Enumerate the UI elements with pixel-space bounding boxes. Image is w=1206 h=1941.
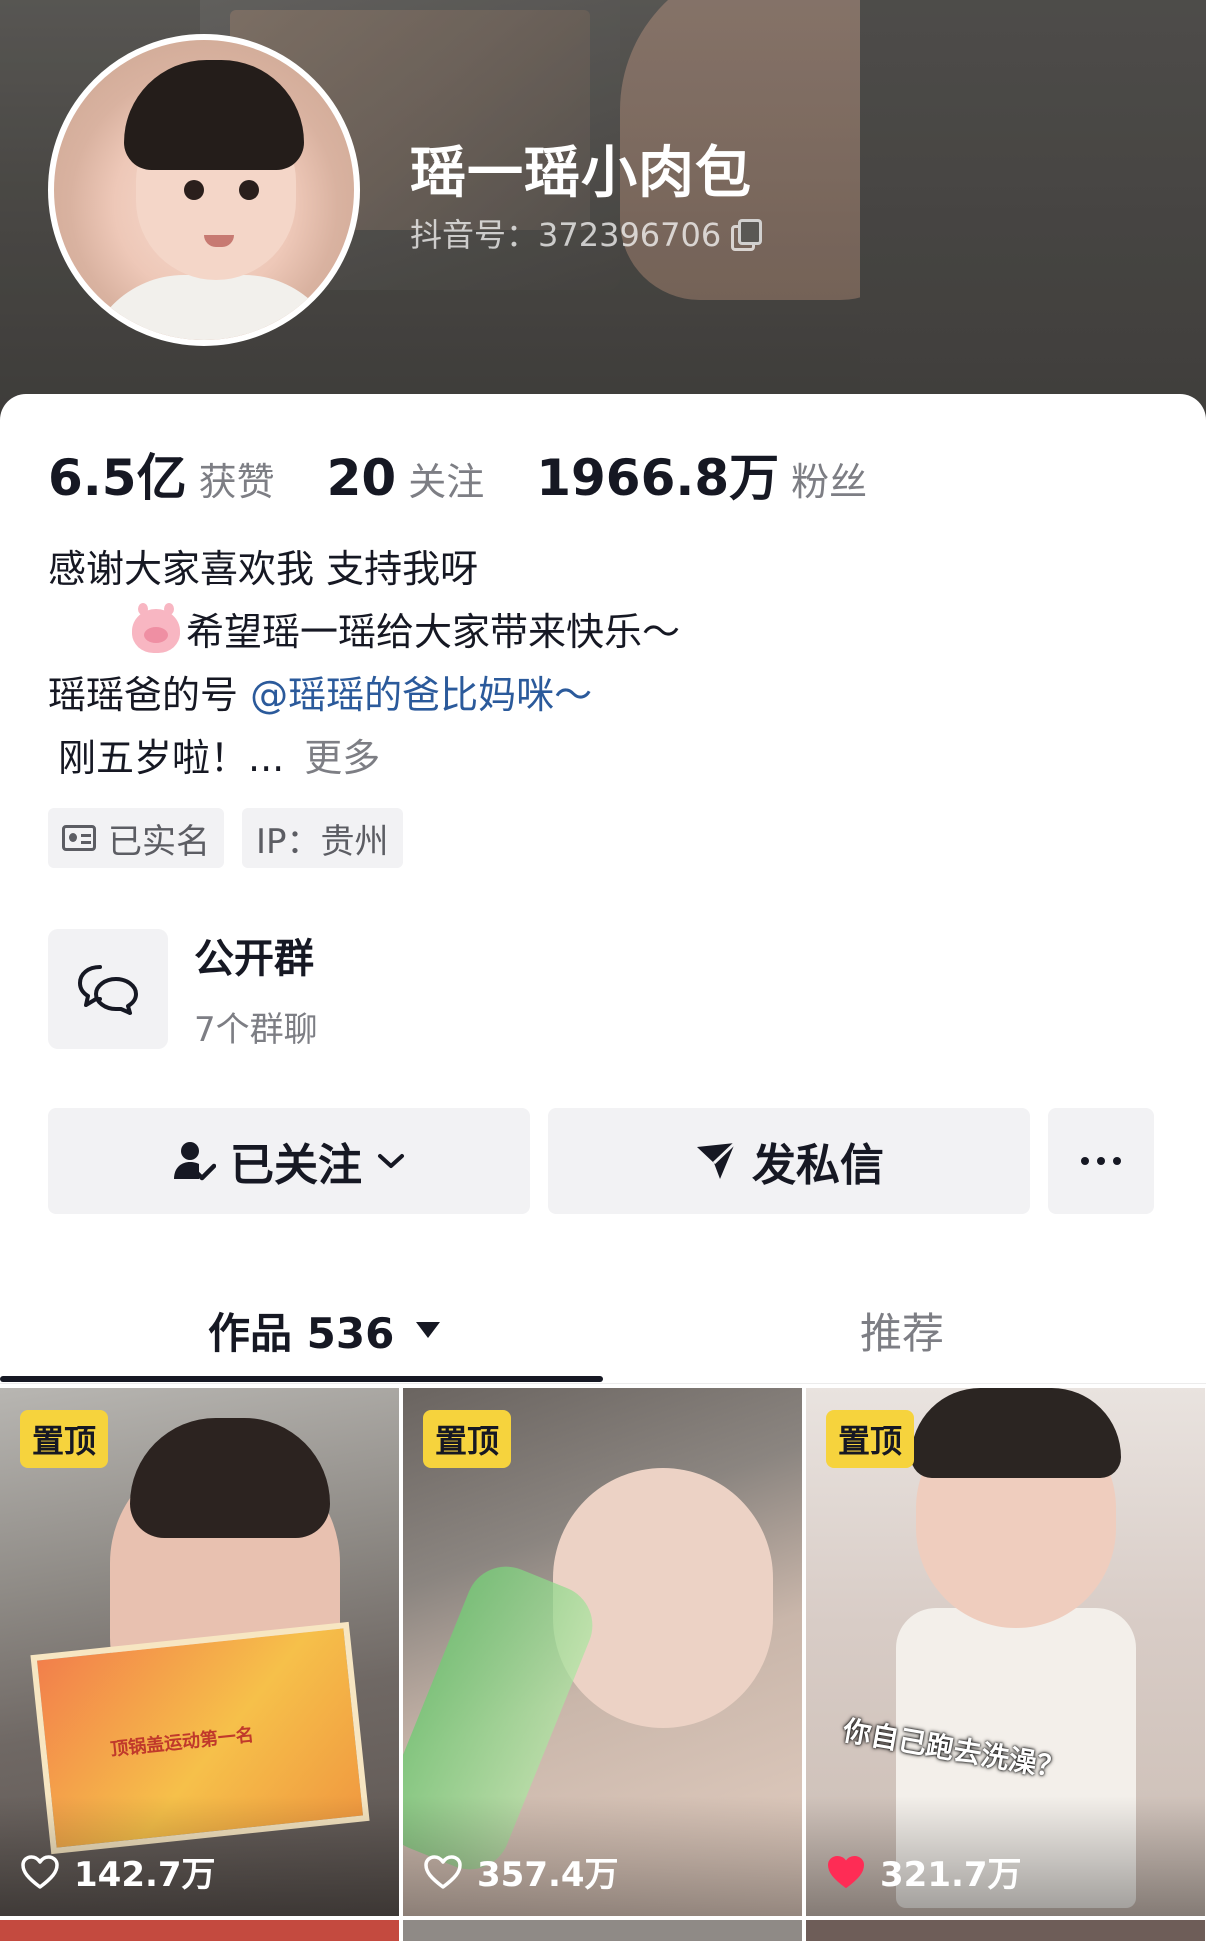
heart-outline-icon (424, 1854, 462, 1889)
tab-recommend-label: 推荐 (860, 1308, 945, 1358)
username: 瑶一瑶小肉包 (410, 141, 752, 206)
video-likes-count: 357.4万 (477, 1855, 619, 1895)
tab-works[interactable]: 作品 536 (208, 1276, 441, 1384)
stat-followers-value: 1966.8万 (536, 449, 780, 507)
action-buttons: 已关注 发私信 (48, 1108, 1154, 1214)
ip-tag-label: IP：贵州 (256, 821, 389, 862)
bio-line-1: 感谢大家喜欢我 支持我呀 (48, 547, 479, 591)
video-grid: 顶锅盖运动第一名 置顶 142.7万 置顶 357.4万 你自己跑去洗澡？ 置顶… (0, 1388, 1206, 1916)
heart-filled-icon (828, 1855, 864, 1888)
video-tile[interactable]: 置顶 357.4万 (403, 1388, 802, 1916)
send-message-button[interactable]: 发私信 (548, 1108, 1030, 1214)
next-row-preview (0, 1920, 1206, 1941)
bio: 感谢大家喜欢我 支持我呀 希望瑶一瑶给大家带来快乐～ 瑶瑶爸的号 @瑶瑶的爸比妈… (48, 538, 680, 790)
stat-following-label: 关注 (408, 460, 485, 504)
user-check-icon (174, 1142, 216, 1181)
send-message-label: 发私信 (752, 1140, 884, 1191)
bio-mention-link[interactable]: @瑶瑶的爸比妈咪～ (250, 673, 592, 717)
pinned-badge: 置顶 (826, 1410, 915, 1468)
tab-recommend[interactable]: 推荐 (860, 1276, 944, 1384)
profile-tags: 已实名 IP：贵州 (48, 808, 403, 868)
bio-line-3-text: 瑶瑶爸的号 (48, 673, 251, 717)
following-button-label: 已关注 (230, 1140, 362, 1191)
profile-card: 6.5亿 获赞 20 关注 1966.8万 粉丝 感谢大家喜欢我 支持我呀 希望… (0, 394, 1206, 1941)
bio-line-4: 刚五岁啦！... 更多 (48, 727, 680, 790)
content-tabs: 作品 536 推荐 (0, 1276, 1206, 1384)
pinned-badge: 置顶 (20, 1410, 109, 1468)
avatar[interactable] (48, 34, 360, 346)
copy-icon[interactable] (731, 219, 763, 251)
video-likes: 357.4万 (423, 1847, 619, 1896)
bio-line-3: 瑶瑶爸的号 @瑶瑶的爸比妈咪～ (48, 664, 680, 727)
douyin-id[interactable]: 抖音号：372396706 (410, 210, 763, 256)
group-subtitle: 7个群聊 (194, 1010, 318, 1050)
group-title: 公开群 (194, 936, 314, 982)
active-tab-indicator (0, 1376, 603, 1382)
verified-tag[interactable]: 已实名 (48, 808, 224, 868)
bio-line-2: 希望瑶一瑶给大家带来快乐～ (48, 601, 680, 664)
stat-following[interactable]: 20 关注 (327, 449, 485, 507)
stat-likes-label: 获赞 (198, 460, 275, 504)
chevron-down-icon (378, 1154, 404, 1168)
send-plane-icon (697, 1141, 737, 1179)
pinned-badge: 置顶 (423, 1410, 512, 1468)
verified-tag-label: 已实名 (108, 821, 210, 862)
ip-tag: IP：贵州 (242, 808, 403, 868)
group-chat-icon-box (48, 928, 168, 1049)
video-thumbnail-kid (553, 1468, 773, 1728)
id-card-icon (62, 825, 96, 851)
stat-followers[interactable]: 1966.8万 粉丝 (536, 438, 867, 510)
following-button[interactable]: 已关注 (48, 1108, 530, 1214)
heart-outline-icon (21, 1854, 59, 1889)
stat-likes-value: 6.5亿 (48, 449, 187, 507)
bio-line-2-text: 希望瑶一瑶给大家带来快乐～ (186, 610, 681, 654)
video-tile[interactable]: 顶锅盖运动第一名 置顶 142.7万 (0, 1388, 399, 1916)
bio-more-link[interactable]: 更多 (304, 736, 380, 780)
bio-line-4-text: 刚五岁啦！... (58, 736, 285, 780)
video-likes-count: 321.7万 (880, 1855, 1022, 1895)
caret-down-icon (416, 1322, 441, 1338)
stat-likes[interactable]: 6.5亿 获赞 (48, 438, 275, 510)
public-group-entry[interactable]: 公开群 7个群聊 (48, 926, 318, 1051)
video-likes: 321.7万 (826, 1847, 1022, 1896)
video-likes: 142.7万 (20, 1847, 216, 1896)
group-chat-icon (78, 964, 138, 1015)
video-likes-count: 142.7万 (74, 1855, 216, 1895)
douyin-id-text: 抖音号：372396706 (410, 216, 722, 254)
more-options-button[interactable] (1048, 1108, 1154, 1214)
more-dots-icon (1081, 1157, 1121, 1165)
stat-followers-label: 粉丝 (791, 460, 868, 504)
stat-following-value: 20 (326, 449, 397, 507)
stats-row: 6.5亿 获赞 20 关注 1966.8万 粉丝 (48, 438, 919, 510)
video-tile[interactable]: 你自己跑去洗澡？ 置顶 321.7万 (806, 1388, 1205, 1916)
pig-emoji-icon (132, 603, 180, 653)
tab-works-label: 作品 536 (208, 1308, 395, 1358)
